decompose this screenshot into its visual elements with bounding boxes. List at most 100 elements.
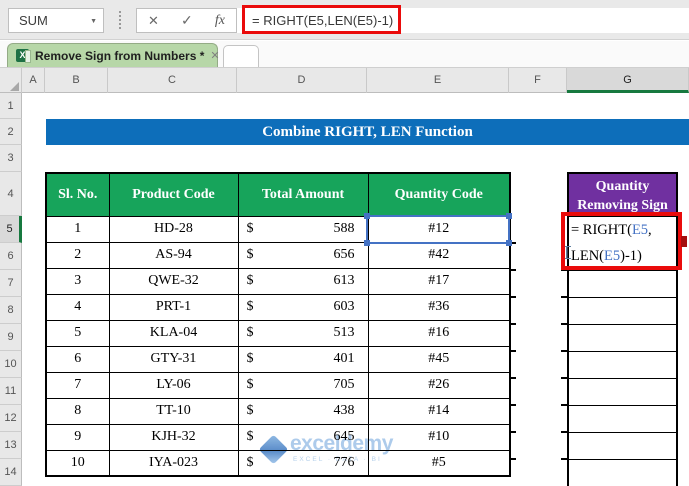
cell-amount[interactable]: $776 [237,449,369,477]
column-header-D[interactable]: D [237,68,367,93]
cell-product-code[interactable]: HD-28 [108,215,239,243]
cell-amount[interactable]: $513 [237,319,369,347]
cell-serial[interactable]: 6 [45,345,110,373]
cell-amount[interactable]: $613 [237,267,369,295]
excel-window: SUM ▼ ✕ ✓ fx = RIGHT(E5,LEN(E5)-1) Remov… [0,0,689,486]
name-box[interactable]: SUM ▼ [8,8,104,33]
cell-G9[interactable] [569,324,676,351]
selection-handle[interactable] [364,213,370,219]
cell-product-code[interactable]: QWE-32 [108,267,239,295]
header-quantity-removing-sign[interactable]: Quantity Removing Sign [569,174,676,217]
selection-handle[interactable] [506,240,512,246]
cell-amount[interactable]: $705 [237,371,369,399]
cell-serial[interactable]: 2 [45,241,110,269]
column-header-F[interactable]: F [509,68,567,93]
cell-serial[interactable]: 10 [45,449,110,477]
header-total-amount[interactable]: Total Amount [237,172,369,217]
cell-product-code[interactable]: GTY-31 [108,345,239,373]
cell-serial[interactable]: 7 [45,371,110,399]
cell-currency: $ [246,299,254,314]
cell-product-code[interactable]: PRT-1 [108,293,239,321]
column-header-A[interactable]: A [22,68,45,93]
banner-title: Combine RIGHT, LEN Function [262,123,473,140]
cell-serial[interactable]: 9 [45,423,110,451]
row-header-14[interactable]: 14 [0,459,22,486]
cell-G8[interactable] [569,297,676,324]
cell-amount[interactable]: $603 [237,293,369,321]
excel-file-icon [16,49,31,63]
close-icon[interactable]: ✕ [210,49,219,62]
table-border-stubs-right [561,269,567,461]
header-sl-no[interactable]: Sl. No. [45,172,110,217]
row-header-11[interactable]: 11 [0,378,22,405]
cell-quantity[interactable]: #45 [367,345,511,373]
cell-G13[interactable] [569,432,676,459]
header-quantity-code[interactable]: Quantity Code [367,172,511,217]
title-banner-cell[interactable]: Combine RIGHT, LEN Function [46,119,689,145]
cell-G7[interactable] [569,270,676,297]
row-header-1[interactable]: 1 [0,93,22,119]
cell-quantity[interactable]: #10 [367,423,511,451]
cell-amount[interactable]: $645 [237,423,369,451]
cell-product-code[interactable]: AS-94 [108,241,239,269]
sheet-tab[interactable]: Remove Sign from Numbers * ✕ [7,43,220,67]
cell-amount-value: 645 [333,429,355,444]
tab-strip: Remove Sign from Numbers * ✕ [0,41,689,67]
enter-icon[interactable]: ✓ [181,12,193,29]
chevron-down-icon[interactable]: ▼ [90,18,97,25]
cell-product-code[interactable]: KLA-04 [108,319,239,347]
cell-amount-value: 613 [333,273,355,288]
new-tab-button[interactable] [223,45,259,67]
cell-amount[interactable]: $588 [237,215,369,243]
column-header-G[interactable]: G [567,68,689,93]
reference-selection-E5 [364,213,512,246]
row-header-3[interactable]: 3 [0,145,22,172]
select-all-button[interactable] [0,68,22,93]
selection-handle[interactable] [506,213,512,219]
row-header-12[interactable]: 12 [0,405,22,432]
cell-serial[interactable]: 4 [45,293,110,321]
cell-G14[interactable] [569,459,676,486]
cell-quantity[interactable]: #16 [367,319,511,347]
selection-handle[interactable] [364,240,370,246]
column-header-E[interactable]: E [367,68,509,93]
row-header-4[interactable]: 4 [0,172,22,216]
cancel-icon[interactable]: ✕ [148,13,159,29]
column-header-B[interactable]: B [45,68,108,93]
cell-quantity[interactable]: #14 [367,397,511,425]
cell-amount[interactable]: $401 [237,345,369,373]
column-header-C[interactable]: C [108,68,237,93]
cell-product-code[interactable]: KJH-32 [108,423,239,451]
row-header-10[interactable]: 10 [0,351,22,378]
fx-icon[interactable]: fx [215,13,225,29]
row-header-6[interactable]: 6 [0,243,22,270]
cell-serial[interactable]: 3 [45,267,110,295]
cell-quantity[interactable]: #26 [367,371,511,399]
cell-amount-value: 603 [333,299,355,314]
cell-serial[interactable]: 8 [45,397,110,425]
row-header-9[interactable]: 9 [0,324,22,351]
cell-serial[interactable]: 5 [45,319,110,347]
cell-quantity[interactable]: #42 [367,241,511,269]
cell-quantity[interactable]: #36 [367,293,511,321]
cell-amount[interactable]: $656 [237,241,369,269]
cell-quantity[interactable]: #17 [367,267,511,295]
cell-product-code[interactable]: LY-06 [108,371,239,399]
row-header-2[interactable]: 2 [0,119,22,145]
formula-annotation-box [242,5,401,34]
cell-product-code[interactable]: TT-10 [108,397,239,425]
cell-currency: $ [246,351,254,366]
row-header-13[interactable]: 13 [0,432,22,459]
row-header-5[interactable]: 5 [0,216,22,243]
cell-G12[interactable] [569,405,676,432]
table-row: 4 PRT-1 $603 #36 [45,293,511,321]
cell-product-code[interactable]: IYA-023 [108,449,239,477]
cell-serial[interactable]: 1 [45,215,110,243]
cell-quantity[interactable]: #5 [367,449,511,477]
header-product-code[interactable]: Product Code [108,172,239,217]
cell-G11[interactable] [569,378,676,405]
cell-amount[interactable]: $438 [237,397,369,425]
row-header-8[interactable]: 8 [0,297,22,324]
row-header-7[interactable]: 7 [0,270,22,297]
cell-G10[interactable] [569,351,676,378]
